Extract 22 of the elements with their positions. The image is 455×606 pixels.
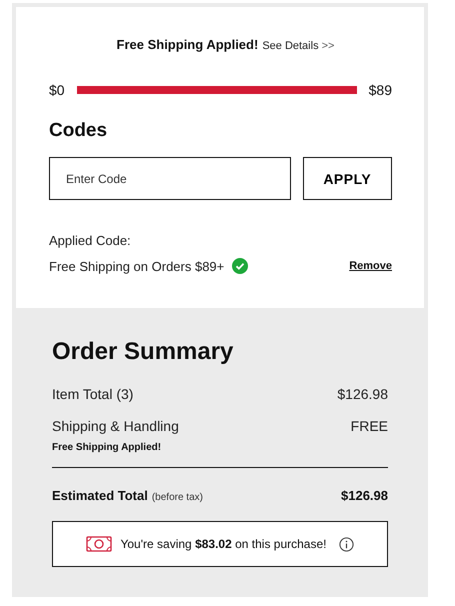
total-label: Estimated Total [52,488,148,503]
banner-title: Free Shipping Applied! [116,37,258,52]
codes-heading: Codes [49,120,108,142]
summary-value: FREE [350,418,388,434]
see-details-link[interactable]: See Details >> [262,40,334,52]
summary-value: $126.98 [337,386,388,402]
summary-label: Shipping & Handling [52,418,179,434]
summary-label: Item Total (3) [52,386,134,402]
progress-min-label: $0 [49,82,65,98]
progress-max-label: $89 [368,82,392,98]
total-value: $126.98 [341,488,388,503]
applied-code-text: Free Shipping on Orders $89+ [49,258,224,274]
info-icon[interactable] [338,536,354,552]
savings-text: You're saving $83.02 on this purchase! [120,537,326,551]
order-summary-heading: Order Summary [52,338,234,366]
money-icon [86,535,112,553]
remove-link[interactable]: Remove [349,260,392,272]
code-input-field[interactable]: Enter Code [49,157,291,200]
summary-note: Free Shipping Applied! [52,442,162,453]
total-qualifier: (before tax) [152,492,203,503]
apply-button[interactable]: APPLY [302,157,392,200]
applied-code-label: Applied Code: [49,233,132,248]
